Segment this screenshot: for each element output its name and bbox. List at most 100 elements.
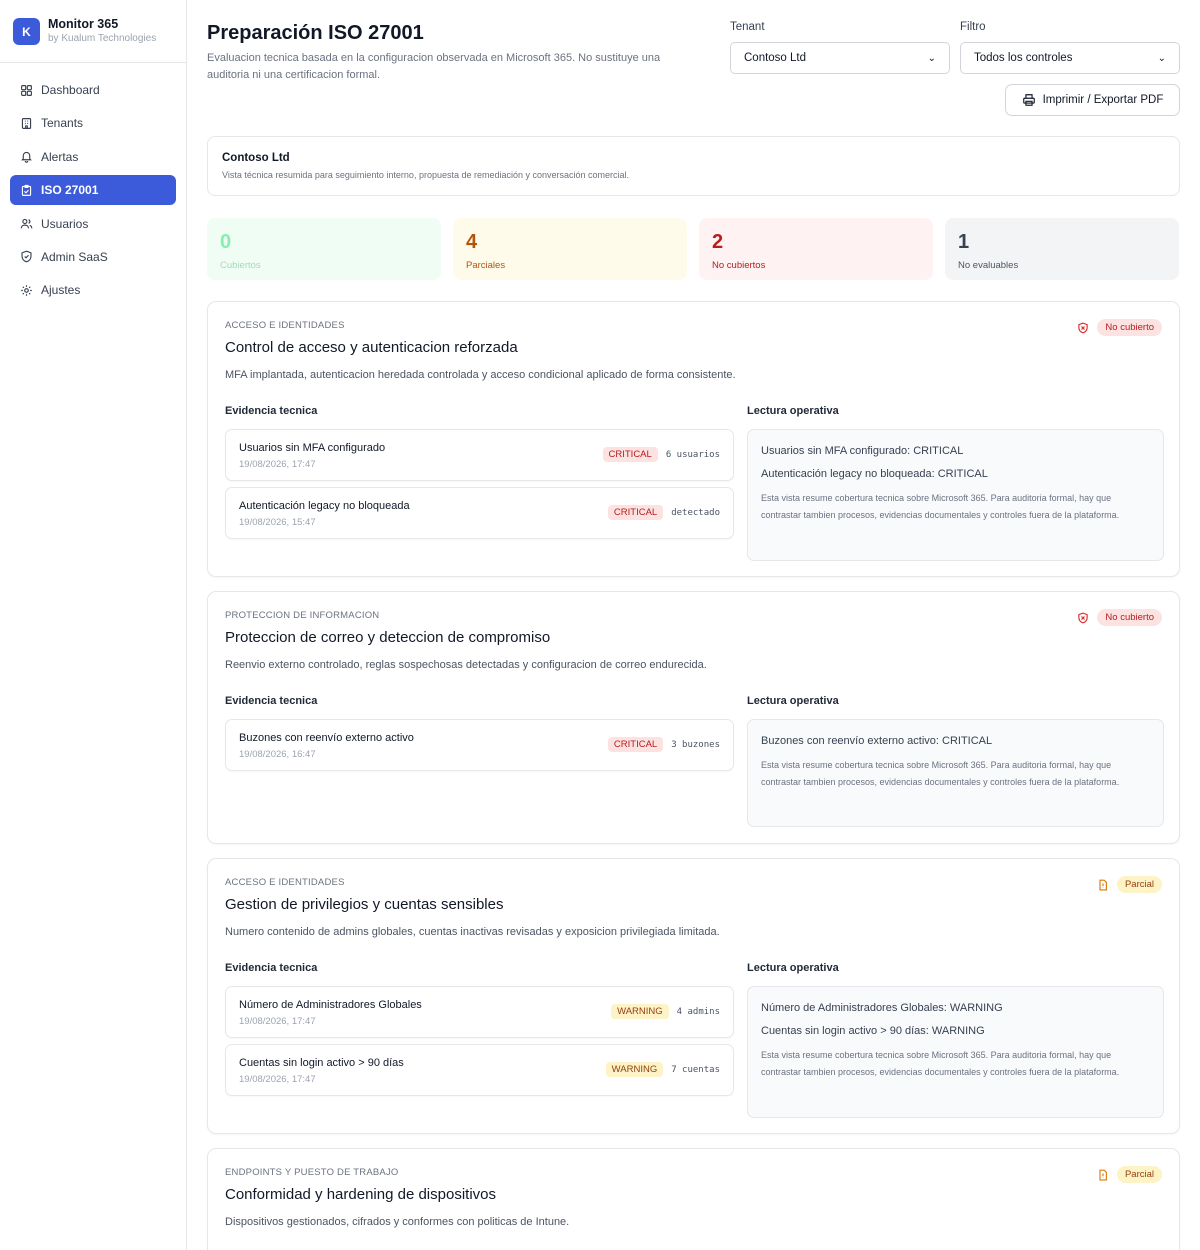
- evidence-value: detectado: [671, 507, 720, 518]
- reading-line: Usuarios sin MFA configurado: CRITICAL: [761, 445, 964, 457]
- reading-panel: Usuarios sin MFA configurado: CRITICAL A…: [747, 429, 1164, 561]
- status-badge: No cubierto: [1077, 319, 1162, 336]
- severity-badge: CRITICAL: [607, 505, 664, 520]
- evidence-name: Autenticación legacy no bloqueada: [239, 500, 410, 512]
- stat-label: No cubiertos: [712, 260, 766, 271]
- reading-line: Cuentas sin login activo > 90 días: WARN…: [761, 1025, 985, 1037]
- evidence-item[interactable]: Cuentas sin login activo > 90 días 19/08…: [225, 1044, 734, 1096]
- brand-name: Monitor 365: [48, 17, 119, 31]
- evidence-value: 7 cuentas: [671, 1064, 720, 1075]
- control-description: MFA implantada, autenticacion heredada c…: [225, 369, 736, 381]
- status-badge: Parcial: [1097, 1166, 1162, 1183]
- evidence-name: Número de Administradores Globales: [239, 999, 422, 1011]
- evidence-heading: Evidencia tecnica: [225, 405, 318, 417]
- bell-icon: [21, 152, 32, 163]
- sidebar-item-dashboard[interactable]: Dashboard: [10, 75, 176, 105]
- brand-logo: K: [13, 18, 40, 45]
- evidence-value: 6 usuarios: [665, 449, 720, 460]
- stat-value: 2: [712, 231, 724, 253]
- status-pill: No cubierto: [1097, 609, 1162, 626]
- print-export-button[interactable]: Imprimir / Exportar PDF: [1005, 84, 1180, 116]
- reading-heading: Lectura operativa: [747, 405, 839, 417]
- stat-value: 0: [220, 231, 232, 253]
- evidence-name: Usuarios sin MFA configurado: [239, 442, 386, 454]
- control-category: PROTECCION DE INFORMACION: [225, 610, 380, 621]
- brand[interactable]: K Monitor 365 by Kualum Technologies: [0, 0, 186, 63]
- control-category: ACCESO E IDENTIDADES: [225, 320, 345, 331]
- evidence-item[interactable]: Usuarios sin MFA configurado 19/08/2026,…: [225, 429, 734, 481]
- reading-line: Buzones con reenvío externo activo: CRIT…: [761, 735, 993, 747]
- control-card: ACCESO E IDENTIDADES Control de acceso y…: [207, 301, 1180, 577]
- tenant-label: Tenant: [730, 21, 765, 33]
- reading-panel: Buzones con reenvío externo activo: CRIT…: [747, 719, 1164, 827]
- grid-icon: [21, 84, 32, 96]
- severity-badge: CRITICAL: [602, 447, 658, 462]
- shield-x-icon: [1078, 612, 1089, 623]
- sidebar-item-ajustes[interactable]: Ajustes: [10, 275, 176, 305]
- stat-cubiertos: 0 Cubiertos: [207, 218, 441, 280]
- stat-label: No evaluables: [958, 260, 1019, 271]
- print-export-label: Imprimir / Exportar PDF: [1042, 94, 1164, 106]
- sidebar-item-label: Dashboard: [41, 83, 100, 97]
- reading-line: Número de Administradores Globales: WARN…: [761, 1002, 1003, 1014]
- control-title: Proteccion de correo y deteccion de comp…: [225, 629, 551, 646]
- sidebar: K Monitor 365 by Kualum Technologies Das…: [0, 0, 187, 1250]
- clipboard-icon: [21, 184, 32, 196]
- reading-note: Esta vista resume cobertura tecnica sobr…: [761, 493, 1120, 520]
- file-alert-icon: [1099, 1169, 1107, 1180]
- evidence-heading: Evidencia tecnica: [225, 695, 318, 707]
- sidebar-item-usuarios[interactable]: Usuarios: [10, 209, 176, 239]
- chevron-down-icon: ⌄: [1157, 52, 1166, 64]
- sidebar-item-label: Usuarios: [41, 216, 89, 231]
- sidebar-item-alertas[interactable]: Alertas: [10, 142, 176, 172]
- filter-select-value: Todos los controles: [974, 52, 1073, 64]
- reading-panel: Número de Administradores Globales: WARN…: [747, 986, 1164, 1118]
- control-category: ACCESO E IDENTIDADES: [225, 877, 345, 888]
- control-description: Reenvio externo controlado, reglas sospe…: [225, 659, 707, 671]
- page-title: Preparación ISO 27001: [207, 22, 424, 44]
- control-card: ENDPOINTS Y PUESTO DE TRABAJO Conformida…: [207, 1148, 1180, 1250]
- evidence-item[interactable]: Número de Administradores Globales 19/08…: [225, 986, 734, 1038]
- evidence-date: 19/08/2026, 17:47: [239, 1016, 316, 1027]
- sidebar-item-label: ISO 27001: [41, 183, 99, 198]
- sidebar-item-iso-27001[interactable]: ISO 27001: [10, 175, 176, 206]
- stat-value: 1: [958, 231, 970, 253]
- status-pill: Parcial: [1116, 1166, 1162, 1183]
- sidebar-nav: Dashboard Tenants Alertas ISO 27001 Usua…: [0, 63, 186, 321]
- evidence-date: 19/08/2026, 17:47: [239, 1074, 316, 1085]
- sidebar-item-label: Alertas: [41, 149, 79, 164]
- control-title: Conformidad y hardening de dispositivos: [225, 1186, 496, 1203]
- severity-badge: CRITICAL: [607, 737, 664, 752]
- status-badge: Parcial: [1097, 876, 1162, 893]
- control-description: Dispositivos gestionados, cifrados y con…: [225, 1216, 570, 1228]
- sidebar-item-label: Tenants: [41, 116, 84, 131]
- evidence-date: 19/08/2026, 16:47: [239, 749, 316, 760]
- brand-subtitle: by Kualum Technologies: [48, 33, 157, 44]
- control-card: PROTECCION DE INFORMACION Proteccion de …: [207, 591, 1180, 844]
- reading-heading: Lectura operativa: [747, 962, 839, 974]
- stat-no-cubiertos: 2 No cubiertos: [699, 218, 933, 280]
- status-pill: Parcial: [1116, 876, 1162, 893]
- evidence-heading: Evidencia tecnica: [225, 962, 318, 974]
- reading-line: Autenticación legacy no bloqueada: CRITI…: [761, 468, 988, 480]
- building-icon: [21, 117, 32, 129]
- filter-select[interactable]: Todos los controles ⌄: [960, 42, 1180, 74]
- sidebar-item-admin-saas[interactable]: Admin SaaS: [10, 242, 176, 272]
- summary-subtitle: Vista técnica resumida para seguimiento …: [222, 170, 630, 180]
- sidebar-item-tenants[interactable]: Tenants: [10, 108, 176, 138]
- filter-label: Filtro: [960, 21, 986, 33]
- sidebar-item-label: Ajustes: [41, 283, 81, 298]
- reading-note: Esta vista resume cobertura tecnica sobr…: [761, 760, 1120, 787]
- evidence-item[interactable]: Autenticación legacy no bloqueada 19/08/…: [225, 487, 734, 539]
- status-badge: No cubierto: [1077, 609, 1162, 626]
- tenant-select[interactable]: Contoso Ltd ⌄: [730, 42, 950, 74]
- control-category: ENDPOINTS Y PUESTO DE TRABAJO: [225, 1167, 399, 1178]
- stat-no-evaluables: 1 No evaluables: [945, 218, 1179, 280]
- file-alert-icon: [1099, 879, 1107, 890]
- control-card: ACCESO E IDENTIDADES Gestion de privileg…: [207, 858, 1180, 1134]
- evidence-name: Cuentas sin login activo > 90 días: [239, 1057, 404, 1069]
- stat-label: Parciales: [466, 260, 506, 271]
- evidence-item[interactable]: Buzones con reenvío externo activo 19/08…: [225, 719, 734, 771]
- page-description: Evaluacion tecnica basada en la configur…: [207, 52, 661, 81]
- evidence-date: 19/08/2026, 17:47: [239, 459, 316, 470]
